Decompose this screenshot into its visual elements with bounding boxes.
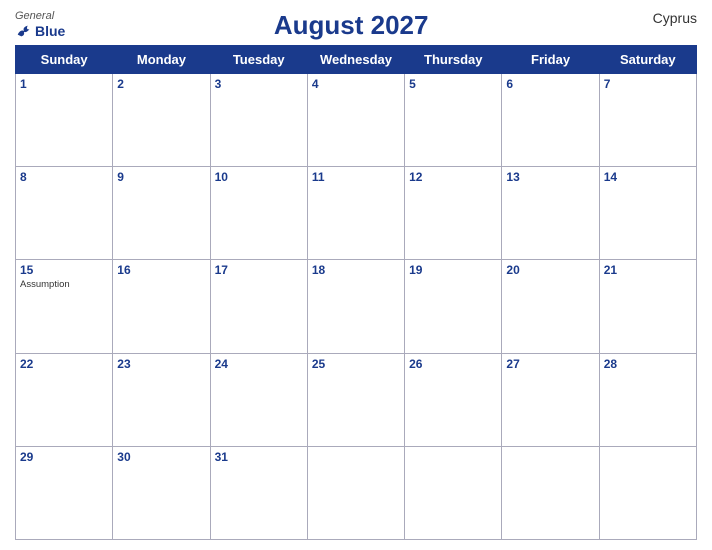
date-number: 30 bbox=[117, 450, 205, 464]
date-number: 13 bbox=[506, 170, 594, 184]
calendar-header: General Blue August 2027 Cyprus bbox=[15, 10, 697, 41]
weekday-header-saturday: Saturday bbox=[599, 46, 696, 74]
calendar-cell: 28 bbox=[599, 353, 696, 446]
date-number: 9 bbox=[117, 170, 205, 184]
date-number: 2 bbox=[117, 77, 205, 91]
date-number: 31 bbox=[215, 450, 303, 464]
date-number: 29 bbox=[20, 450, 108, 464]
weekday-header-monday: Monday bbox=[113, 46, 210, 74]
calendar-title: August 2027 bbox=[65, 10, 637, 41]
calendar-cell: 14 bbox=[599, 167, 696, 260]
calendar-cell: 10 bbox=[210, 167, 307, 260]
calendar-week-row: 15 Assumption 16 17 18 19 20 21 bbox=[16, 260, 697, 353]
calendar-cell: 29 bbox=[16, 446, 113, 539]
date-number: 5 bbox=[409, 77, 497, 91]
calendar-cell: 31 bbox=[210, 446, 307, 539]
date-number: 4 bbox=[312, 77, 400, 91]
calendar-week-row: 89 10 11 12 13 14 bbox=[16, 167, 697, 260]
calendar-cell bbox=[307, 446, 404, 539]
date-number: 19 bbox=[409, 263, 497, 277]
date-number: 7 bbox=[604, 77, 692, 91]
calendar-cell: 17 bbox=[210, 260, 307, 353]
date-number: 10 bbox=[215, 170, 303, 184]
calendar-cell: 27 bbox=[502, 353, 599, 446]
date-number: 28 bbox=[604, 357, 692, 371]
date-number: 24 bbox=[215, 357, 303, 371]
calendar-cell: 20 bbox=[502, 260, 599, 353]
date-number: 8 bbox=[20, 170, 108, 184]
calendar-cell: 15 Assumption bbox=[16, 260, 113, 353]
date-number: 23 bbox=[117, 357, 205, 371]
calendar-cell: 21 bbox=[599, 260, 696, 353]
calendar-week-row: 1234567 bbox=[16, 74, 697, 167]
calendar-cell: 3 bbox=[210, 74, 307, 167]
date-number: 6 bbox=[506, 77, 594, 91]
date-number: 14 bbox=[604, 170, 692, 184]
logo-general-text: General bbox=[15, 10, 54, 22]
calendar-week-row: 22 23 24 25 26 27 28 bbox=[16, 353, 697, 446]
weekday-header-row: SundayMondayTuesdayWednesdayThursdayFrid… bbox=[16, 46, 697, 74]
calendar-cell: 18 bbox=[307, 260, 404, 353]
holiday-label: Assumption bbox=[20, 279, 108, 290]
calendar-cell: 5 bbox=[405, 74, 502, 167]
date-number: 16 bbox=[117, 263, 205, 277]
date-number: 12 bbox=[409, 170, 497, 184]
date-number: 15 bbox=[20, 263, 108, 277]
calendar-cell: 24 bbox=[210, 353, 307, 446]
date-number: 1 bbox=[20, 77, 108, 91]
calendar-cell: 6 bbox=[502, 74, 599, 167]
calendar-cell: 19 bbox=[405, 260, 502, 353]
calendar-cell: 8 bbox=[16, 167, 113, 260]
weekday-header-sunday: Sunday bbox=[16, 46, 113, 74]
date-number: 25 bbox=[312, 357, 400, 371]
date-number: 22 bbox=[20, 357, 108, 371]
calendar-cell bbox=[599, 446, 696, 539]
calendar-week-row: 29 30 31 bbox=[16, 446, 697, 539]
calendar-cell: 4 bbox=[307, 74, 404, 167]
calendar-table: SundayMondayTuesdayWednesdayThursdayFrid… bbox=[15, 45, 697, 540]
logo-bird-icon bbox=[15, 22, 33, 40]
date-number: 18 bbox=[312, 263, 400, 277]
calendar-cell: 2 bbox=[113, 74, 210, 167]
logo: General Blue bbox=[15, 10, 65, 40]
calendar-cell: 23 bbox=[113, 353, 210, 446]
country-name: Cyprus bbox=[637, 10, 697, 26]
calendar-cell: 7 bbox=[599, 74, 696, 167]
date-number: 27 bbox=[506, 357, 594, 371]
calendar-cell: 11 bbox=[307, 167, 404, 260]
date-number: 26 bbox=[409, 357, 497, 371]
date-number: 11 bbox=[312, 170, 400, 184]
calendar-cell: 12 bbox=[405, 167, 502, 260]
calendar-cell: 9 bbox=[113, 167, 210, 260]
logo-blue-text: Blue bbox=[15, 22, 65, 40]
weekday-header-tuesday: Tuesday bbox=[210, 46, 307, 74]
date-number: 3 bbox=[215, 77, 303, 91]
calendar-cell: 22 bbox=[16, 353, 113, 446]
calendar-cell: 1 bbox=[16, 74, 113, 167]
date-number: 20 bbox=[506, 263, 594, 277]
weekday-header-thursday: Thursday bbox=[405, 46, 502, 74]
calendar-cell bbox=[502, 446, 599, 539]
calendar-cell: 26 bbox=[405, 353, 502, 446]
calendar-cell: 16 bbox=[113, 260, 210, 353]
calendar-cell bbox=[405, 446, 502, 539]
date-number: 17 bbox=[215, 263, 303, 277]
weekday-header-friday: Friday bbox=[502, 46, 599, 74]
weekday-header-wednesday: Wednesday bbox=[307, 46, 404, 74]
calendar-cell: 25 bbox=[307, 353, 404, 446]
calendar-cell: 30 bbox=[113, 446, 210, 539]
calendar-cell: 13 bbox=[502, 167, 599, 260]
date-number: 21 bbox=[604, 263, 692, 277]
